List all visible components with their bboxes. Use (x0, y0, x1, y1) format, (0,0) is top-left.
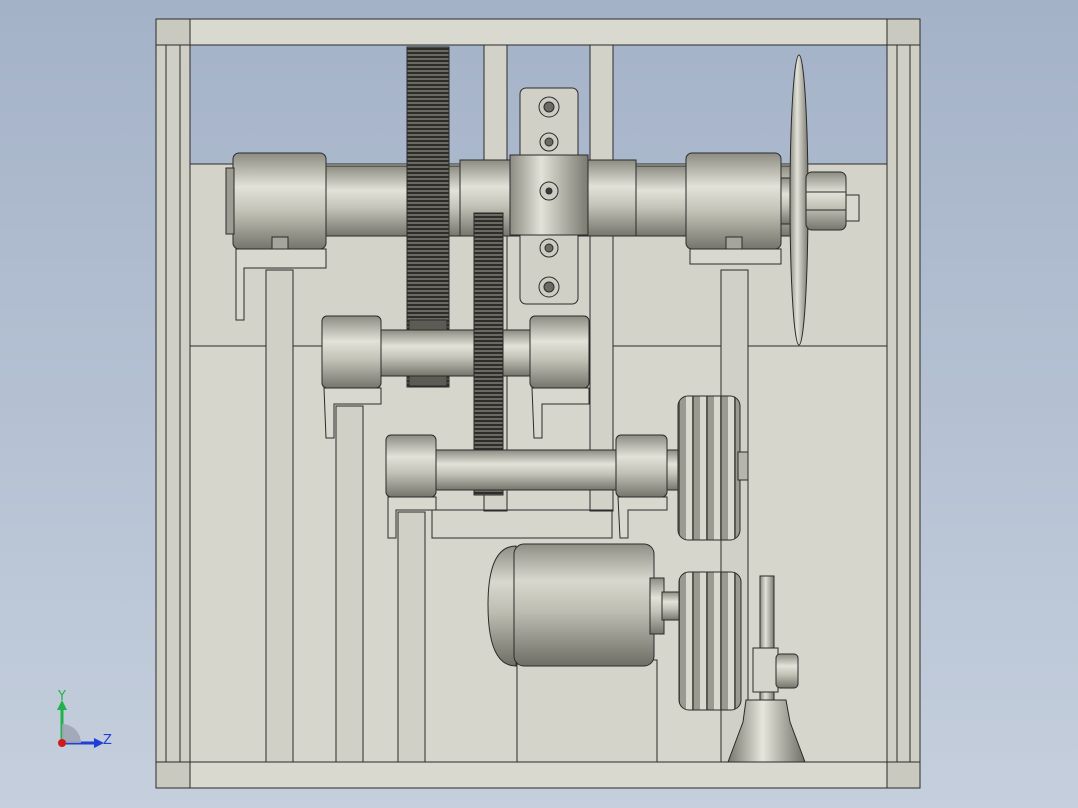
z-axis-label: Z (103, 733, 112, 748)
support-column (265, 269, 294, 763)
bearing-block-right (685, 152, 782, 250)
motor-v-belt-pulley[interactable] (678, 571, 742, 711)
bearing-block-mid-right (529, 315, 590, 389)
bearing-block-low-right (615, 434, 668, 498)
bearing-block-low-left (385, 434, 437, 498)
handwheel[interactable] (789, 54, 809, 346)
support-column (335, 405, 364, 763)
y-axis-label: Y (57, 689, 66, 704)
gearbox-assembly-model[interactable]: Y Z (0, 0, 1078, 808)
spindle-clamp (752, 647, 779, 693)
lock-nut (805, 171, 847, 231)
frame-left-post (155, 44, 191, 763)
middle-shaft (377, 329, 535, 377)
frame-top-rail (155, 18, 889, 46)
bearing-block-left (232, 152, 327, 250)
bearing-block-mid-left (321, 315, 382, 389)
driven-v-belt-pulley[interactable] (677, 395, 749, 541)
bearing-bracket-right (689, 248, 782, 265)
electric-motor[interactable] (487, 543, 683, 667)
motor-body (513, 543, 655, 667)
frame-strut (589, 44, 614, 512)
frame-bottom-rail (155, 761, 921, 789)
frame-right-post (886, 44, 921, 763)
support-column (397, 511, 426, 763)
motor-stand (516, 659, 658, 763)
cad-3d-viewport[interactable]: Y Z (0, 0, 1078, 808)
